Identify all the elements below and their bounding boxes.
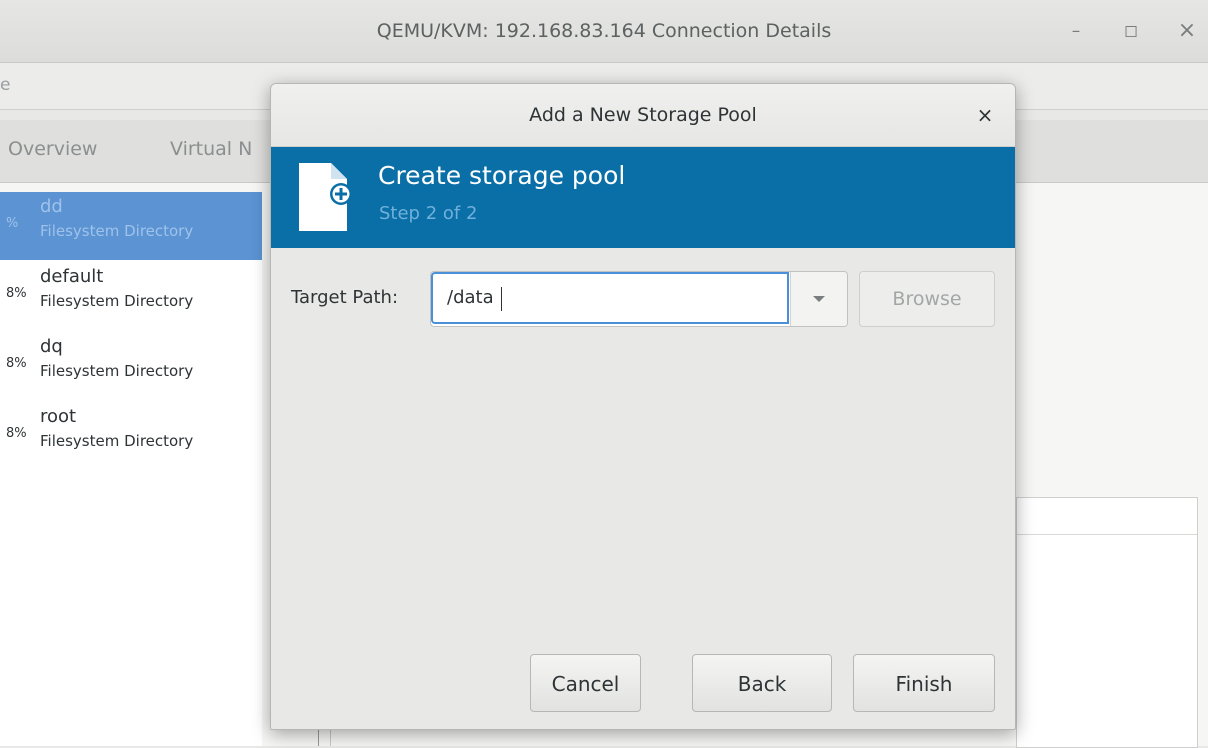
target-path-dropdown-button[interactable] [790, 272, 847, 326]
target-path-combo: /data [430, 271, 848, 327]
banner-step: Step 2 of 2 [379, 203, 478, 224]
tab-virtual-networks[interactable]: Virtual N [170, 138, 252, 160]
pool-type: Filesystem Directory [40, 362, 194, 380]
dialog-title: Add a New Storage Pool [529, 104, 757, 126]
window-titlebar: QEMU/KVM: 192.168.83.164 Connection Deta… [0, 0, 1208, 63]
pool-item-default[interactable]: 8% default Filesystem Directory [0, 262, 262, 330]
pool-usage: 8% [6, 286, 27, 301]
maximize-button[interactable]: ◻ [1114, 14, 1148, 48]
volume-list-panel [1016, 497, 1198, 748]
target-path-value: /data [447, 287, 494, 308]
pool-type: Filesystem Directory [40, 292, 194, 310]
dialog-titlebar: Add a New Storage Pool × [271, 84, 1015, 147]
target-path-input[interactable]: /data [431, 272, 789, 324]
pool-usage: 8% [6, 426, 27, 441]
chevron-down-icon [813, 296, 825, 302]
pool-name: dq [40, 336, 63, 357]
finish-button[interactable]: Finish [853, 654, 995, 712]
window-close-button[interactable]: × [1170, 14, 1204, 48]
tab-overview[interactable]: Overview [8, 138, 97, 160]
pool-name: dd [40, 196, 63, 217]
dialog-close-button[interactable]: × [969, 99, 1001, 131]
pool-type: Filesystem Directory [40, 432, 194, 450]
pool-usage: % [6, 216, 19, 231]
wizard-banner: Create storage pool Step 2 of 2 [271, 147, 1015, 248]
pool-item-root[interactable]: 8% root Filesystem Directory [0, 402, 262, 470]
pool-name: default [40, 266, 104, 287]
add-storage-pool-dialog: Add a New Storage Pool × Create storage … [270, 83, 1016, 730]
text-cursor [501, 287, 502, 311]
banner-title: Create storage pool [378, 161, 626, 190]
window-title: QEMU/KVM: 192.168.83.164 Connection Deta… [376, 20, 832, 42]
pool-item-dd[interactable]: % dd Filesystem Directory [0, 192, 262, 260]
cancel-button[interactable]: Cancel [530, 654, 641, 712]
pool-usage: 8% [6, 356, 27, 371]
minimize-button[interactable]: – [1059, 14, 1093, 48]
pool-type: Filesystem Directory [40, 222, 194, 240]
volume-list-header [1017, 498, 1197, 535]
browse-button[interactable]: Browse [859, 271, 995, 327]
menu-item-file[interactable]: e [0, 75, 10, 95]
storage-pool-list: % dd Filesystem Directory 8% default Fil… [0, 192, 262, 746]
document-add-icon [299, 163, 351, 231]
target-path-label: Target Path: [291, 287, 399, 308]
pool-name: root [40, 406, 77, 427]
pool-item-dq[interactable]: 8% dq Filesystem Directory [0, 332, 262, 400]
back-button[interactable]: Back [692, 654, 832, 712]
